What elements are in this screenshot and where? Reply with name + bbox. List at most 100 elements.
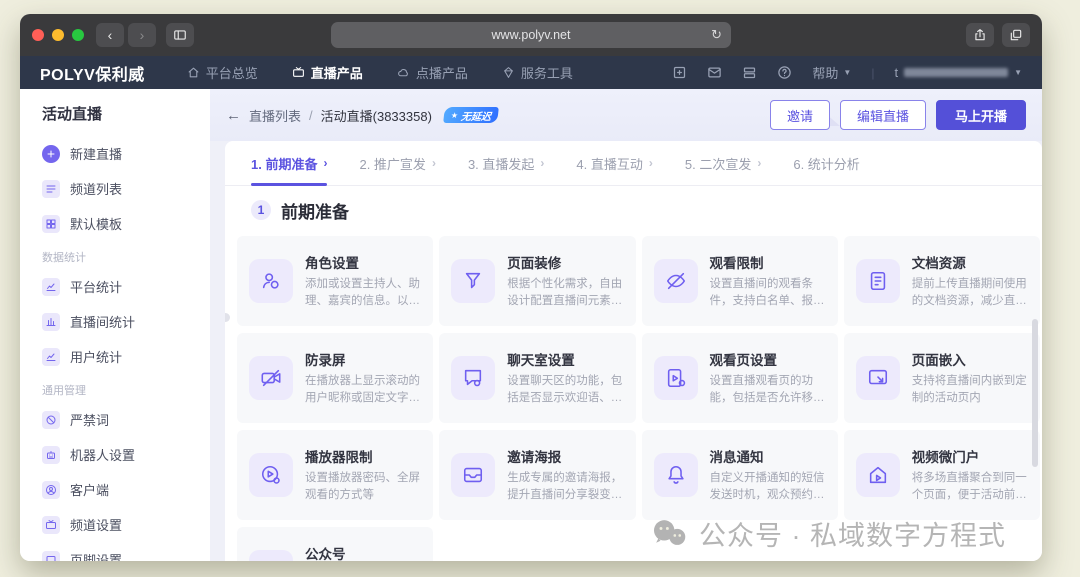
tab-interaction[interactable]: 4. 直播互动 › (576, 141, 652, 185)
minimize-window-button[interactable] (52, 29, 64, 41)
card-invite-poster[interactable]: 邀请海报生成专属的邀请海报，提升直播间分享裂变的效果 (439, 430, 635, 520)
footer-settings-icon (42, 551, 60, 562)
fullscreen-window-button[interactable] (72, 29, 84, 41)
card-desc: 支持将直播间内嵌到定制的活动页内 (912, 373, 1028, 406)
section-header: 1 前期准备 (251, 198, 1042, 222)
app-navbar: POLYV保利威 平台总览 直播产品 点播产品 服务工具 (20, 56, 1042, 89)
card-wechat[interactable]: 公众号适用于直播间引流至公众号或客服，沉淀用户至私域... (237, 527, 433, 561)
banned-words-icon (42, 411, 60, 429)
sidebar-item-channel-list[interactable]: 频道列表 (42, 171, 202, 206)
browser-back-button[interactable]: ‹ (96, 23, 124, 47)
share-button[interactable] (966, 23, 994, 47)
card-title: 防录屏 (305, 349, 421, 369)
app-center-icon[interactable] (672, 65, 687, 80)
invite-button[interactable]: 邀请 (770, 100, 830, 130)
card-title: 视频微门户 (912, 446, 1028, 466)
card-roles[interactable]: 角色设置添加或设置主持人、助理、嘉宾的信息。以及新增助... (237, 236, 433, 326)
desktop-background: ‹ › www.polyv.net ↻ POLYV保利威 平台总览 (0, 0, 1080, 577)
menu-vod-products[interactable]: 点播产品 (397, 63, 468, 82)
vertical-scrollbar[interactable] (1032, 319, 1038, 467)
sidebar-item-user-stats[interactable]: 用户统计 (42, 339, 202, 374)
tab-label: 1. 前期准备 (251, 154, 317, 173)
card-decorate[interactable]: 页面装修根据个性化需求，自由设计配置直播间元素。支持自... (439, 236, 635, 326)
user-account-menu[interactable]: t ▼ (894, 65, 1022, 80)
sidebar-item-label: 直播间统计 (70, 312, 135, 331)
sidebar-item-channel-settings[interactable]: 频道设置 (42, 507, 202, 542)
divider: | (871, 66, 874, 80)
card-desc: 添加或设置主持人、助理、嘉宾的信息。以及新增助... (305, 276, 421, 309)
sidebar-item-robot-settings[interactable]: 机器人设置 (42, 437, 202, 472)
tab-label: 6. 统计分析 (793, 154, 859, 173)
sidebar-item-footer-settings[interactable]: 页脚设置 (42, 542, 202, 561)
steps-panel: 1. 前期准备 › 2. 推广宣发 › 3. 直播发起 › 4. 直播互动 (225, 141, 1042, 561)
sidebar-item-label: 用户统计 (70, 347, 122, 366)
share-icon (973, 28, 987, 42)
card-player-limit[interactable]: 播放器限制设置播放器密码、全屏观看的方式等 (237, 430, 433, 520)
help-label: 帮助 (812, 63, 838, 82)
badge-label: 无延迟 (460, 108, 492, 123)
tab-overview-button[interactable] (1002, 23, 1030, 47)
edit-live-button[interactable]: 编辑直播 (840, 100, 926, 130)
card-desc: 生成专属的邀请海报，提升直播间分享裂变的效果 (507, 470, 623, 503)
mail-icon[interactable] (707, 65, 722, 80)
card-title: 聊天室设置 (507, 349, 623, 369)
back-arrow-icon[interactable]: ← (226, 107, 241, 124)
card-desc: 设置播放器密码、全屏观看的方式等 (305, 470, 421, 503)
card-video-portal[interactable]: 视频微门户将多场直播聚合到同一个页面，便于活动前期的宣发... (844, 430, 1040, 520)
sidebar-item-label: 默认模板 (70, 214, 122, 233)
watch-page-icon (654, 356, 698, 400)
tab-preparation[interactable]: 1. 前期准备 › (251, 141, 327, 185)
player-limit-icon (249, 453, 293, 497)
page-embed-icon (856, 356, 900, 400)
tab-launch[interactable]: 3. 直播发起 › (468, 141, 544, 185)
robot-icon (42, 446, 60, 464)
step-tabs: 1. 前期准备 › 2. 推广宣发 › 3. 直播发起 › 4. 直播互动 (225, 141, 1042, 186)
sidebar-item-default-template[interactable]: 默认模板 (42, 206, 202, 241)
address-bar[interactable]: www.polyv.net ↻ (331, 22, 731, 48)
decorate-icon (451, 259, 495, 303)
browser-titlebar: ‹ › www.polyv.net ↻ (20, 14, 1042, 56)
polyv-logo[interactable]: POLYV保利威 (40, 61, 145, 85)
tab-label: 5. 二次宣发 (685, 154, 751, 173)
breadcrumb-parent[interactable]: 直播列表 (249, 106, 301, 125)
roles-icon (249, 259, 293, 303)
sidebar-section-stats: 数据统计 (42, 249, 202, 265)
start-live-button[interactable]: 马上开播 (936, 100, 1026, 130)
question-icon[interactable] (777, 65, 792, 80)
tab-analytics[interactable]: 6. 统计分析 (793, 141, 859, 185)
tab-promotion[interactable]: 2. 推广宣发 › (359, 141, 435, 185)
tab-repromotion[interactable]: 5. 二次宣发 › (685, 141, 761, 185)
card-doc-resource[interactable]: 文档资源提前上传直播期间使用的文档资源，减少直播中的失... (844, 236, 1040, 326)
breadcrumb-separator: / (309, 108, 313, 123)
card-notification[interactable]: 消息通知自定义开播通知的短信发送时机，观众预约直播后，... (642, 430, 838, 520)
sidebar-toggle-button[interactable] (166, 23, 194, 47)
menu-live-products[interactable]: 直播产品 (292, 63, 363, 82)
browser-forward-button[interactable]: › (128, 23, 156, 47)
sidebar: 活动直播 新建直播 频道列表 默认模板 数据统计 平台统计 (20, 89, 210, 561)
sidebar-item-room-stats[interactable]: 直播间统计 (42, 304, 202, 339)
sidebar-item-client[interactable]: 客户端 (42, 472, 202, 507)
card-title: 邀请海报 (507, 446, 623, 466)
card-watch-limit[interactable]: 观看限制设置直播间的观看条件，支持白名单、报名观看、验... (642, 236, 838, 326)
sidebar-item-new-live[interactable]: 新建直播 (42, 136, 202, 171)
reload-icon[interactable]: ↻ (711, 27, 722, 43)
sidebar-item-label: 严禁词 (70, 410, 109, 429)
tab-label: 4. 直播互动 (576, 154, 642, 173)
help-menu[interactable]: 帮助 ▼ (812, 63, 851, 82)
console-icon[interactable] (742, 65, 757, 80)
card-anti-record[interactable]: 防录屏在播放器上显示滚动的用户昵称或固定文字，达到防... (237, 333, 433, 423)
template-icon (42, 215, 60, 233)
breadcrumb-current: 活动直播(3833358) (321, 106, 432, 125)
sidebar-item-platform-stats[interactable]: 平台统计 (42, 269, 202, 304)
close-window-button[interactable] (32, 29, 44, 41)
main-menu: 平台总览 直播产品 点播产品 服务工具 (187, 63, 573, 82)
card-page-embed[interactable]: 页面嵌入支持将直播间内嵌到定制的活动页内 (844, 333, 1040, 423)
sidebar-item-banned-words[interactable]: 严禁词 (42, 402, 202, 437)
doc-resource-icon (856, 259, 900, 303)
card-watch-page[interactable]: 观看页设置设置直播观看页的功能，包括是否允许移动端观看等 (642, 333, 838, 423)
card-chatroom[interactable]: 聊天室设置设置聊天区的功能，包括是否显示欢迎语、是否支持... (439, 333, 635, 423)
caret-down-icon: ▼ (843, 68, 851, 77)
invite-poster-icon (451, 453, 495, 497)
menu-service-tools[interactable]: 服务工具 (502, 63, 573, 82)
menu-platform-overview[interactable]: 平台总览 (187, 63, 258, 82)
